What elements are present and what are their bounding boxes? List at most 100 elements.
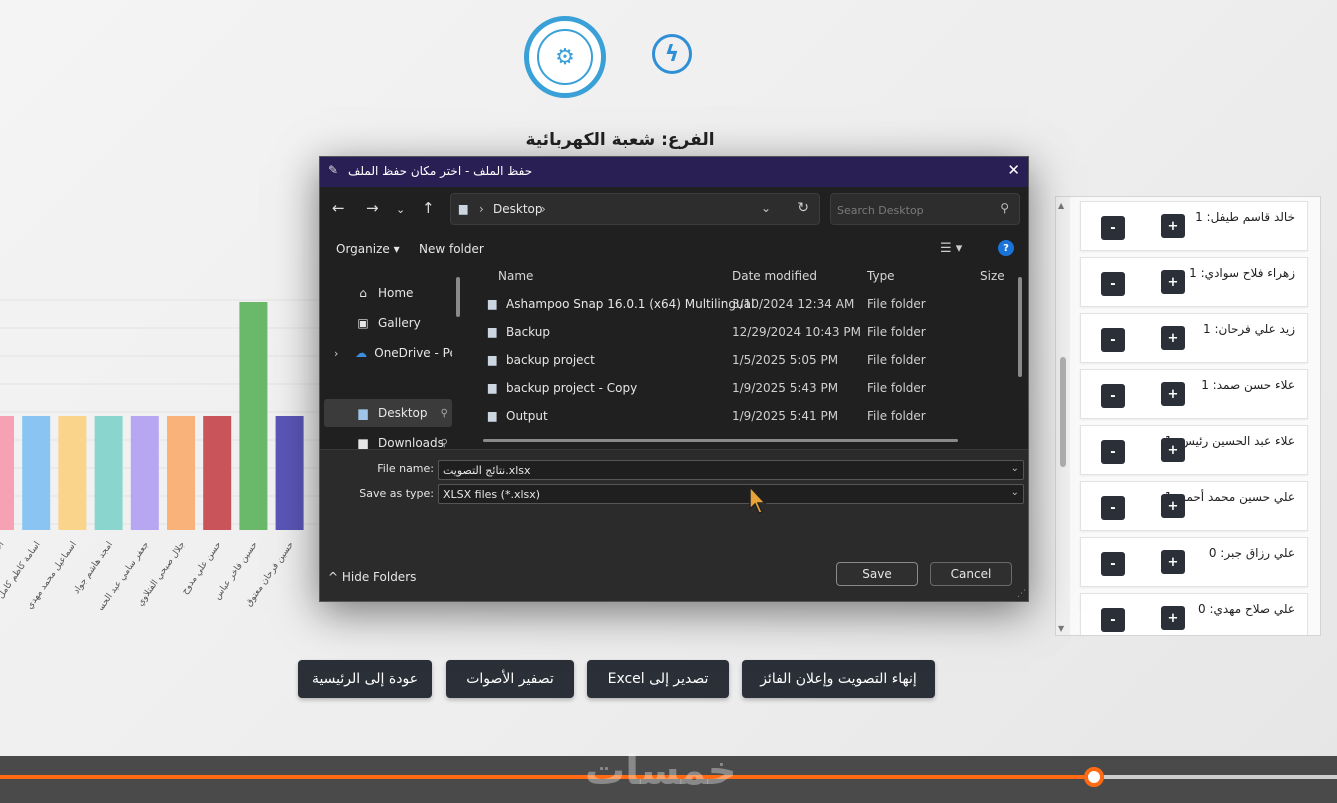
resize-grip-icon[interactable]: ⋰ [1017,589,1026,599]
reset-votes-button[interactable]: تصفير الأصوات [446,660,574,698]
file-list-vertical-scrollbar[interactable] [1018,277,1022,377]
plus-vote-button[interactable]: + [1161,382,1185,406]
candidate-name: علاء حسن صمد: 1 [1201,378,1295,392]
finish-voting-button[interactable]: إنهاء التصويت وإعلان الفائز [742,660,935,698]
pin-icon[interactable]: ⚲ [441,438,448,449]
file-list-horizontal-scrollbar[interactable] [483,439,958,442]
nav-item-desktop[interactable]: ▆ Desktop ⚲ [324,399,452,427]
search-icon[interactable]: ⚲ [1000,201,1009,215]
file-row[interactable]: ▆ Output 1/9/2025 5:41 PM File folder [480,403,1010,431]
close-icon[interactable]: ✕ [1007,161,1020,179]
file-name-field[interactable]: ⌄ [438,460,1024,480]
refresh-icon[interactable]: ↻ [797,200,809,216]
scroll-thumb[interactable] [1060,357,1066,467]
address-path[interactable]: Desktop [493,202,543,216]
address-bar[interactable]: ▆ › Desktop › ⌄ ↻ [450,193,820,225]
file-date: 1/9/2025 5:43 PM [732,381,839,395]
video-progress-track[interactable] [1103,775,1337,779]
candidates-panel: ▲ ▼ خالد قاسم طيفل: 1- + زهراء فلاح سوادي:… [1055,196,1321,636]
plus-vote-button[interactable]: + [1161,494,1185,518]
file-name: backup project [506,353,595,367]
help-icon[interactable]: ? [998,240,1014,256]
nav-item-gallery[interactable]: ▣ Gallery [324,309,452,337]
candidates-scrollbar[interactable]: ▲ ▼ [1056,197,1070,635]
column-header-date[interactable]: Date modified [732,269,817,283]
plus-vote-button[interactable]: + [1161,214,1185,238]
new-folder-button[interactable]: New folder [419,242,484,256]
feather-icon: ✎ [328,163,339,177]
chart-bar [94,416,123,530]
minus-vote-button[interactable]: - [1101,216,1125,240]
folder-icon: ▆ [488,325,497,338]
search-input[interactable] [837,200,987,220]
column-header-name[interactable]: Name [498,269,533,283]
file-date: 12/29/2024 10:43 PM [732,325,861,339]
scroll-down-icon[interactable]: ▼ [1058,624,1064,633]
video-progress-fill[interactable] [0,775,1084,779]
chevron-down-icon[interactable]: ⌄ [761,201,771,215]
back-arrow-icon[interactable]: ← [332,199,345,217]
navigation-pane: ⌂ Home ▣ Gallery › ☁ OneDrive - Pers ▆ D… [320,265,468,450]
file-name: backup project - Copy [506,381,638,395]
scroll-up-icon[interactable]: ▲ [1058,201,1064,210]
minus-vote-button[interactable]: - [1101,440,1125,464]
nav-item-onedrive[interactable]: › ☁ OneDrive - Pers [324,339,452,367]
plus-vote-button[interactable]: + [1161,550,1185,574]
file-row[interactable]: ▆ backup project 1/5/2025 5:05 PM File fold… [480,347,1010,375]
file-row[interactable]: ▆ Backup 12/29/2024 10:43 PM File folder [480,319,1010,347]
pin-icon[interactable]: ⚲ [441,408,448,419]
organize-menu[interactable]: Organize ▾ [336,242,400,256]
minus-vote-button[interactable]: - [1101,608,1125,632]
chevron-down-icon[interactable]: ⌄ [1011,487,1019,498]
minus-vote-button[interactable]: - [1101,272,1125,296]
save-file-dialog: ✎ حفظ الملف - اختر مكان حفظ الملف ✕ ← → … [319,156,1029,602]
union-logo: ⚙ [524,16,606,98]
chevron-down-icon[interactable]: ⌄ [396,203,405,216]
column-header-type[interactable]: Type [867,269,895,283]
up-arrow-icon[interactable]: ↑ [422,199,435,217]
minus-vote-button[interactable]: - [1101,384,1125,408]
file-row[interactable]: ▆ Ashampoo Snap 16.0.1 (x64) Multilingual… [480,291,1010,319]
export-excel-button[interactable]: تصدير إلى Excel [587,660,729,698]
folder-icon: ▆ [488,297,497,310]
dialog-titlebar[interactable]: ✎ حفظ الملف - اختر مكان حفظ الملف ✕ [320,157,1028,187]
cancel-button[interactable]: Cancel [930,562,1012,586]
search-box[interactable]: ⚲ [830,193,1020,225]
minus-vote-button[interactable]: - [1101,496,1125,520]
breadcrumb-chevron-icon[interactable]: › [541,202,546,216]
save-type-select[interactable]: ⌄ [438,484,1024,504]
file-name-input[interactable] [443,462,993,478]
nav-item-home[interactable]: ⌂ Home [324,279,452,307]
view-options-icon[interactable]: ☰ ▾ [940,241,962,256]
column-header-size[interactable]: Size [980,269,1005,283]
expand-chevron-icon[interactable]: › [334,347,338,360]
plus-vote-button[interactable]: + [1161,270,1185,294]
lightning-bolt-icon: ϟ [652,34,692,74]
minus-vote-button[interactable]: - [1101,552,1125,576]
file-type: File folder [867,381,926,395]
branch-title: الفرع: شعبة الكهربائية [525,130,715,150]
breadcrumb-chevron-icon[interactable]: › [479,202,484,216]
file-type: File folder [867,297,926,311]
plus-vote-button[interactable]: + [1161,606,1185,630]
chevron-down-icon[interactable]: ⌄ [1011,463,1019,474]
nav-pane-scrollbar[interactable] [456,277,460,317]
file-row[interactable]: ▆ backup project - Copy 1/9/2025 5:43 PM Fi… [480,375,1010,403]
file-list: Name Date modified Type Size ▆ Ashampoo S… [480,265,1028,449]
save-button[interactable]: Save [836,562,918,586]
save-type-value[interactable] [443,486,993,502]
hide-folders-button[interactable]: ^ Hide Folders [328,570,416,584]
candidate-card: علاء حسن صمد: 1 - + [1080,369,1308,419]
chart-bar [0,416,14,530]
minus-vote-button[interactable]: - [1101,328,1125,352]
back-home-button[interactable]: عودة إلى الرئيسية [298,660,432,698]
save-type-label: Save as type: [359,487,434,500]
desktop-folder-icon: ▆ [459,202,468,215]
file-type: File folder [867,409,926,423]
file-name: Output [506,409,548,423]
forward-arrow-icon[interactable]: → [366,199,379,217]
plus-vote-button[interactable]: + [1161,438,1185,462]
folder-icon: ▆ [488,409,497,422]
plus-vote-button[interactable]: + [1161,326,1185,350]
video-progress-knob[interactable] [1083,767,1104,787]
